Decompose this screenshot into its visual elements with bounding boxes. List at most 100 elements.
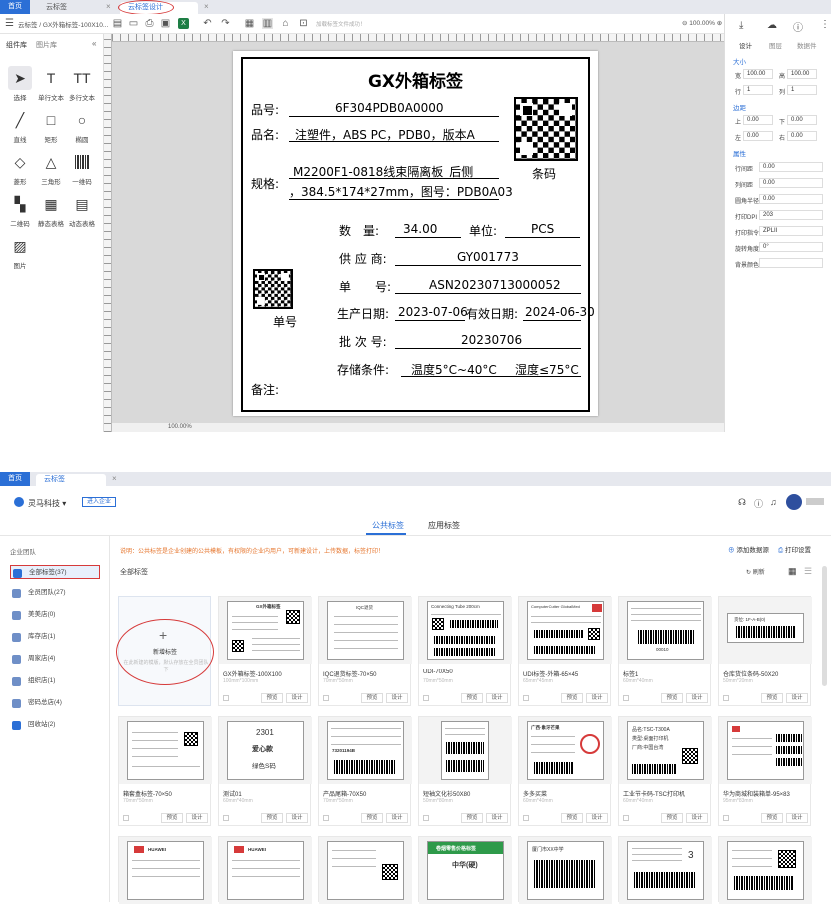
sidebar-item-store-5[interactable]: 密码总店(4) bbox=[10, 696, 100, 710]
exp-date-value[interactable]: 2024-06-30 bbox=[525, 305, 595, 319]
qty-value[interactable]: 34.00 bbox=[403, 222, 437, 236]
tab-data[interactable]: 数据件 bbox=[797, 40, 817, 50]
align-icon[interactable]: ▥ bbox=[262, 18, 273, 29]
bg-color-input[interactable] bbox=[759, 258, 823, 268]
print-icon[interactable]: ⎙ bbox=[144, 18, 155, 29]
margin-top-input[interactable]: 0.00 bbox=[743, 115, 773, 125]
redo-icon[interactable]: ↷ bbox=[220, 18, 231, 29]
row-input[interactable]: 1 bbox=[743, 85, 773, 95]
company-name[interactable]: 灵马科技 ▾ bbox=[28, 498, 66, 509]
card-checkbox[interactable] bbox=[423, 695, 429, 701]
label-card[interactable] bbox=[318, 836, 412, 904]
label-title[interactable]: GX外箱标签 bbox=[243, 67, 588, 92]
label-card[interactable]: GX外箱标签 GX外箱标签-100X100 100mm*100mm 预览 设计 bbox=[218, 596, 312, 706]
preview-button[interactable]: 预览 bbox=[361, 693, 383, 703]
sidebar-item-store-1[interactable]: 美美店(0) bbox=[10, 608, 100, 622]
menu-icon[interactable]: ⋮ bbox=[820, 19, 830, 30]
sidebar-item-trash[interactable]: 回收站(2) bbox=[10, 718, 100, 732]
tab-cloud-label[interactable]: 云标签 bbox=[36, 474, 106, 486]
label-card[interactable]: Connecting Tube 200cm UDI-70X50 70mm*50m… bbox=[418, 596, 512, 706]
spec-label[interactable]: 规格: bbox=[251, 175, 279, 192]
scrollbar[interactable] bbox=[822, 566, 827, 686]
design-button[interactable]: 设计 bbox=[586, 693, 608, 703]
design-button[interactable]: 设计 bbox=[686, 813, 708, 823]
tool-multi-text[interactable]: TT 多行文本 bbox=[68, 66, 96, 102]
storage-label[interactable]: 存储条件: bbox=[337, 361, 389, 378]
label-card[interactable]: 73201194B 产品尾箱-70X50 70mm*50mm 预览 设计 bbox=[318, 716, 412, 826]
close-icon[interactable]: × bbox=[204, 2, 209, 11]
spec-line2[interactable]: ，384.5*174*27mm，图号：PDB0A03 bbox=[289, 183, 513, 200]
width-input[interactable]: 100.00 bbox=[743, 69, 773, 79]
tab-images[interactable]: 图片库 bbox=[36, 40, 57, 50]
tool-rectangle[interactable]: □ 矩形 bbox=[37, 108, 65, 144]
canvas-scrollbar[interactable]: 100.00% bbox=[112, 423, 724, 432]
avatar[interactable] bbox=[786, 494, 802, 510]
save-icon[interactable]: ▣ bbox=[160, 18, 171, 29]
tool-diamond[interactable]: ◇ 菱形 bbox=[6, 150, 34, 187]
radius-input[interactable]: 0.00 bbox=[759, 194, 823, 204]
tab-app-labels[interactable]: 应用标签 bbox=[428, 520, 460, 531]
cmd-select[interactable]: ZPLII bbox=[759, 226, 823, 236]
unit-label[interactable]: 单位: bbox=[469, 222, 497, 239]
preview-button[interactable]: 预览 bbox=[661, 693, 683, 703]
tool-barcode[interactable]: 一维码 bbox=[68, 150, 96, 186]
preview-button[interactable]: 预览 bbox=[361, 813, 383, 823]
label-card[interactable]: 卷烟零售价格标签 中华(硬) bbox=[418, 836, 512, 904]
batch-label[interactable]: 批 次 号: bbox=[339, 333, 387, 350]
exp-date-label[interactable]: 有效日期: bbox=[466, 305, 518, 322]
tab-layers[interactable]: 图层 bbox=[769, 40, 782, 50]
order-value[interactable]: ASN20230713000052 bbox=[429, 278, 561, 292]
card-checkbox[interactable] bbox=[223, 695, 229, 701]
card-checkbox[interactable] bbox=[223, 815, 229, 821]
layer-icon[interactable]: ⌂ bbox=[280, 18, 291, 29]
label-card[interactable]: 短袖文化衫50X80 50mm*80mm 预览 设计 bbox=[418, 716, 512, 826]
sidebar-item-store-2[interactable]: 库存店(1) bbox=[10, 630, 100, 644]
preview-button[interactable]: 预览 bbox=[761, 813, 783, 823]
dpi-input[interactable]: 203 bbox=[759, 210, 823, 220]
upload-icon[interactable]: ☁ bbox=[767, 20, 777, 31]
grid-icon[interactable]: ▦ bbox=[244, 18, 255, 29]
excel-icon[interactable]: X bbox=[178, 18, 189, 29]
design-button[interactable]: 设计 bbox=[486, 813, 508, 823]
supplier-label[interactable]: 供 应 商: bbox=[339, 250, 387, 267]
tab-home[interactable]: 首页 bbox=[0, 472, 30, 486]
tool-select[interactable]: ➤ 选择 bbox=[6, 66, 34, 102]
remark-label[interactable]: 备注: bbox=[251, 381, 279, 398]
tool-triangle[interactable]: △ 三角形 bbox=[37, 150, 65, 187]
row-gap-input[interactable]: 0.00 bbox=[759, 162, 823, 172]
prod-date-value[interactable]: 2023-07-06 bbox=[398, 305, 468, 319]
batch-value[interactable]: 20230706 bbox=[461, 333, 522, 347]
height-input[interactable]: 100.00 bbox=[787, 69, 817, 79]
col-gap-input[interactable]: 0.00 bbox=[759, 178, 823, 188]
label-card[interactable]: 货位: 1F-A-B(0) 仓库货位条码-50X20 50mm*20mm 预览 … bbox=[718, 596, 812, 706]
preview-button[interactable]: 预览 bbox=[561, 693, 583, 703]
design-button[interactable]: 设计 bbox=[286, 813, 308, 823]
part-no-label[interactable]: 品号: bbox=[251, 101, 279, 118]
design-button[interactable]: 设计 bbox=[586, 813, 608, 823]
humidity-value[interactable]: 湿度≤75°C bbox=[515, 361, 579, 378]
design-button[interactable]: 设计 bbox=[286, 693, 308, 703]
label-card[interactable]: 2301 爱心款 绿色S码 测试01 60mm*40mm 预览 设计 bbox=[218, 716, 312, 826]
preview-button[interactable]: 预览 bbox=[761, 693, 783, 703]
part-no-value[interactable]: 6F304PDB0A0000 bbox=[335, 101, 444, 115]
sidebar-item-all[interactable]: 全部标签(37) bbox=[10, 565, 100, 579]
label-card[interactable]: IQC退货 IQC退货标签-70×50 70mm*50mm 预览 设计 bbox=[318, 596, 412, 706]
headset-icon[interactable]: ☊ bbox=[738, 497, 746, 508]
design-button[interactable]: 设计 bbox=[686, 693, 708, 703]
download-icon[interactable]: ⤓ bbox=[739, 20, 743, 31]
print-settings-button[interactable]: ⎙ 打印设置 bbox=[778, 544, 811, 555]
margin-left-input[interactable]: 0.00 bbox=[743, 131, 773, 141]
sidebar-item-team[interactable]: 全员团队(27) bbox=[10, 586, 100, 600]
tool-static-table[interactable]: ▦ 静态表格 bbox=[37, 192, 65, 229]
label-card[interactable]: 品名:TSC-T300A 类型:桌面打印机 厂商:中国台湾 工业节卡码-TSC打… bbox=[618, 716, 712, 826]
tool-single-text[interactable]: T 单行文本 bbox=[37, 66, 65, 102]
label-card[interactable]: 厦门市XX中学 bbox=[518, 836, 612, 904]
sidebar-item-store-3[interactable]: 周家店(4) bbox=[10, 652, 100, 666]
card-checkbox[interactable] bbox=[323, 815, 329, 821]
bell-icon[interactable]: ♫ bbox=[770, 497, 777, 507]
card-checkbox[interactable] bbox=[323, 695, 329, 701]
qty-label[interactable]: 数 量: bbox=[339, 222, 379, 239]
card-checkbox[interactable] bbox=[423, 815, 429, 821]
label-card[interactable]: HUAWEI bbox=[218, 836, 312, 904]
card-checkbox[interactable] bbox=[523, 815, 529, 821]
